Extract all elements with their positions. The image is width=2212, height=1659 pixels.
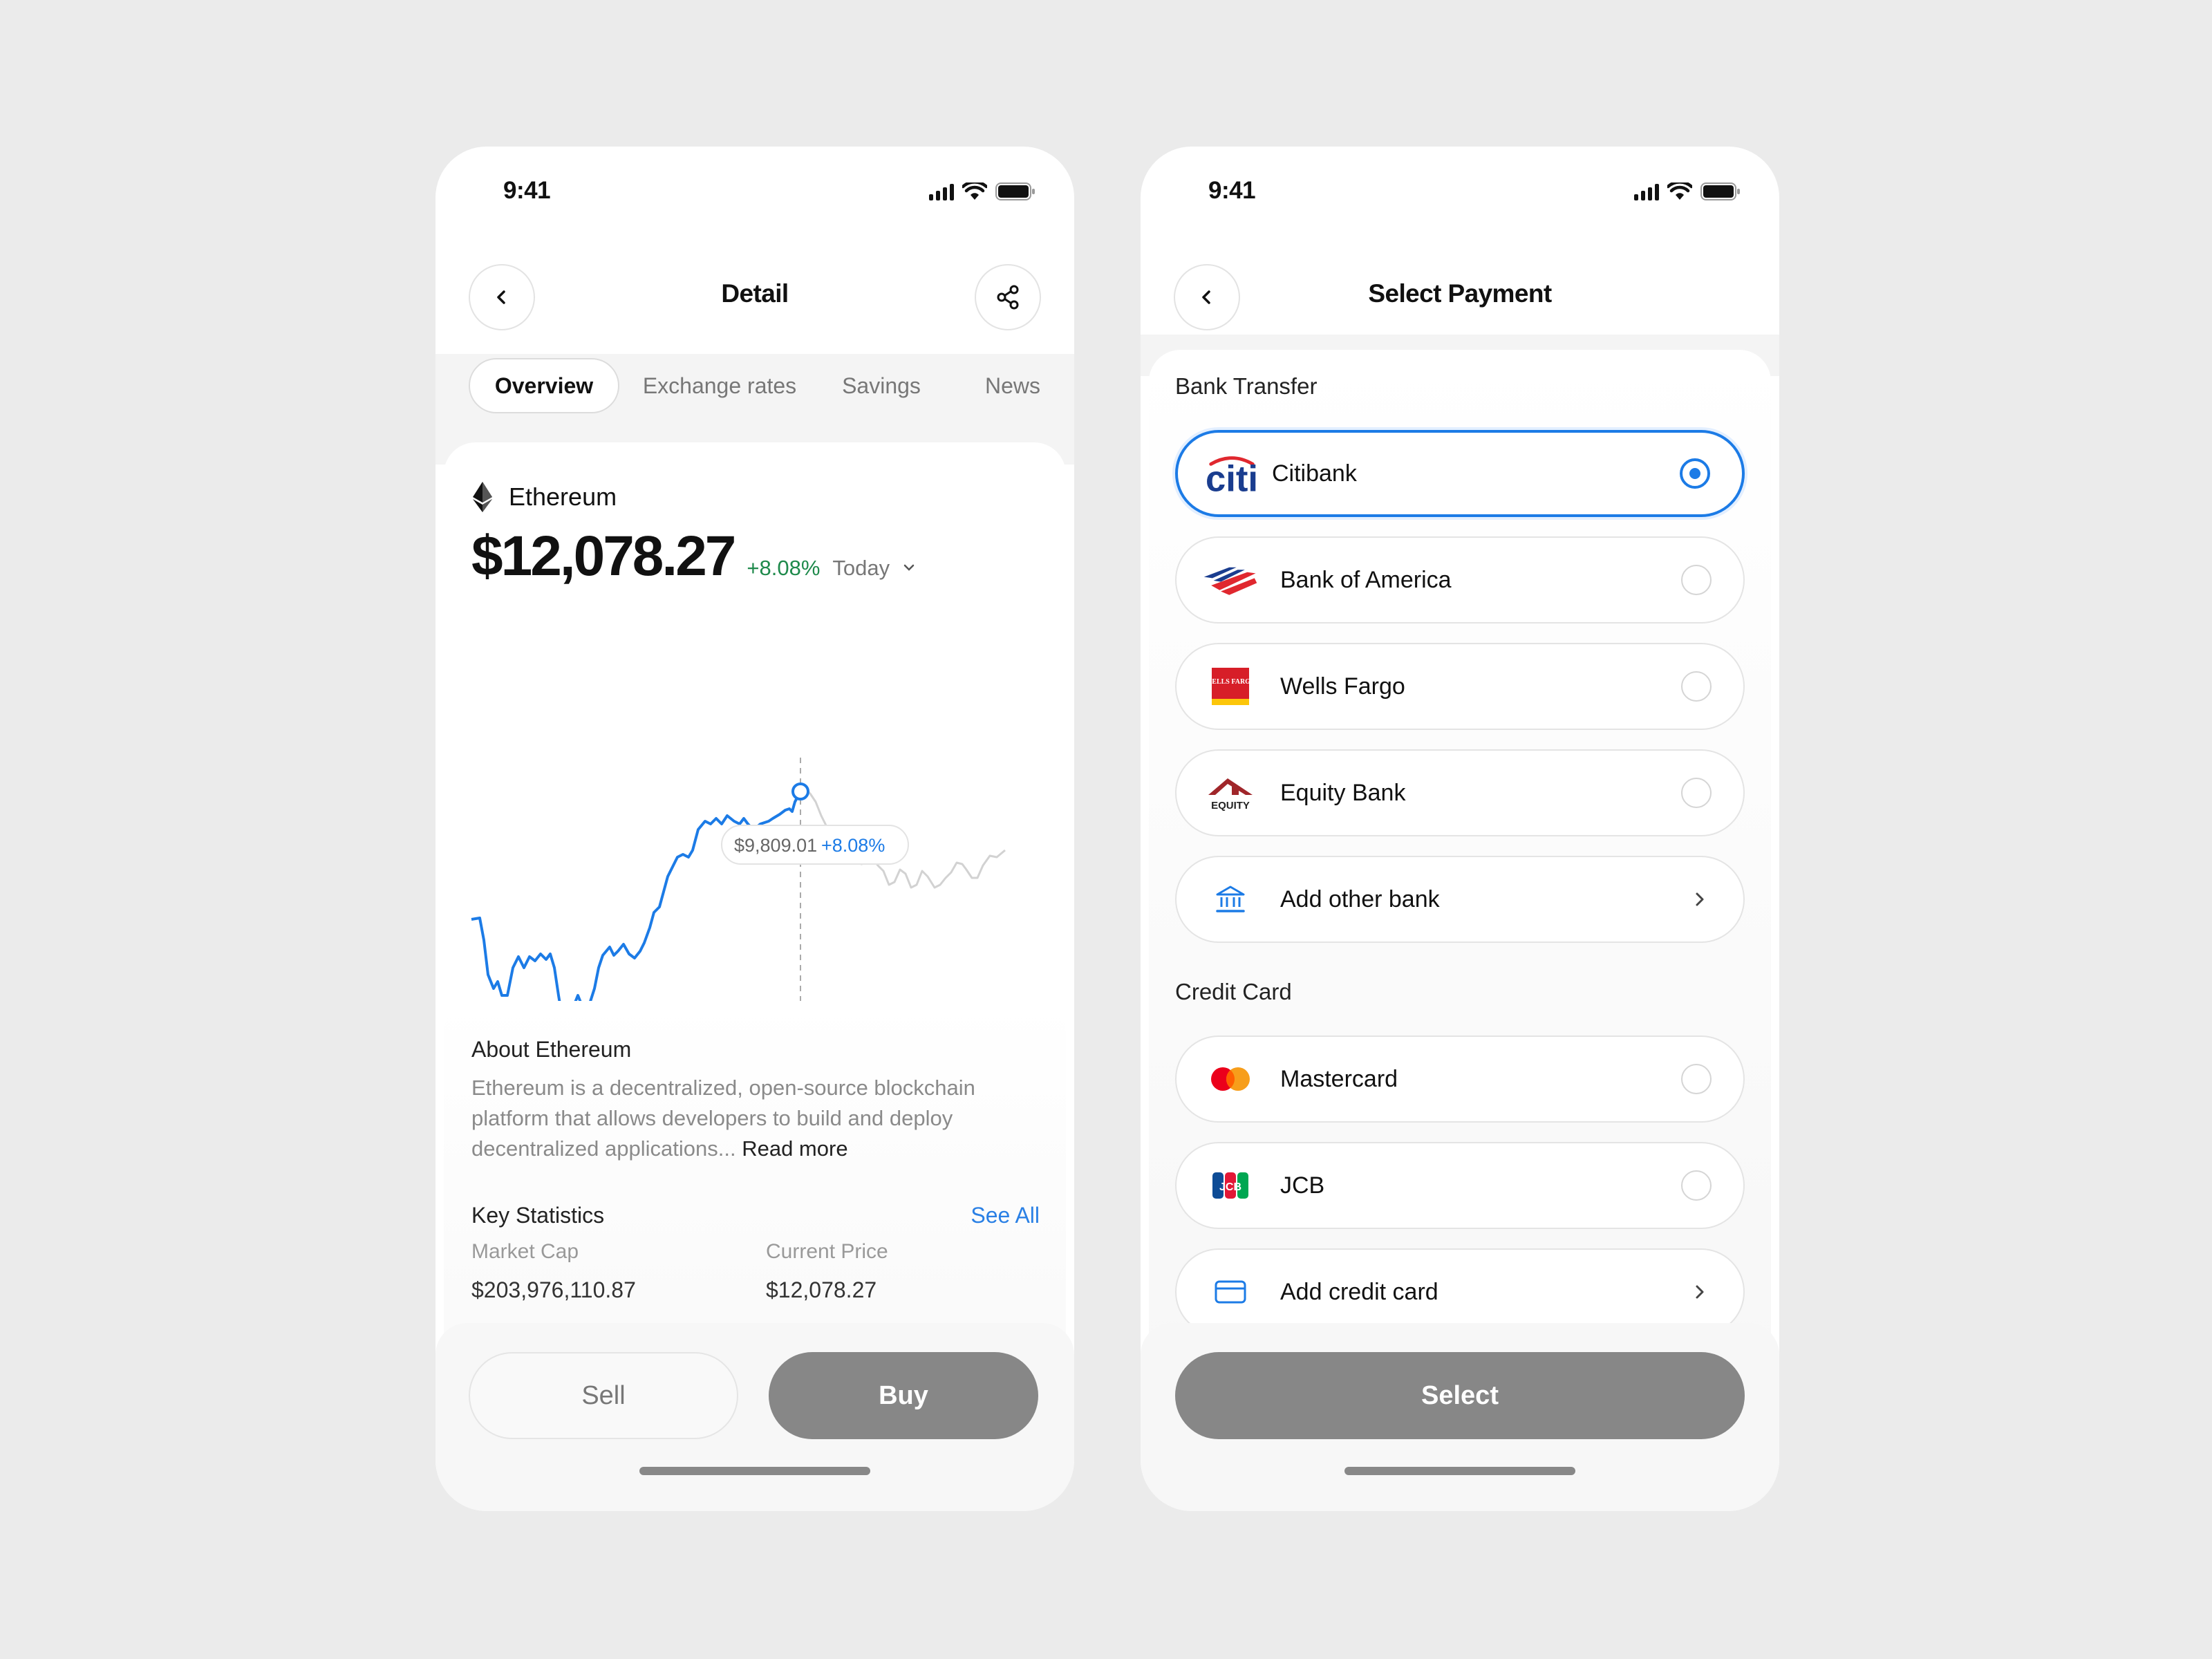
credit-card-icon — [1203, 1271, 1258, 1313]
about-text: Ethereum is a decentralized, open-source… — [471, 1073, 1011, 1164]
equity-bank-logo-icon: EQUITY — [1203, 772, 1258, 814]
wells-fargo-logo-icon: WELLS FARGO — [1203, 666, 1258, 707]
action-bar: Sell Buy — [435, 1323, 1074, 1511]
status-bar: 9:41 — [1141, 147, 1779, 236]
status-time: 9:41 — [1208, 177, 1256, 204]
bank-transfer-title: Bank Transfer — [1175, 373, 1318, 399]
tooltip-change: +8.08% — [821, 835, 885, 856]
battery-icon — [1700, 182, 1740, 200]
svg-text:JCB: JCB — [1219, 1181, 1241, 1193]
cellular-signal-icon — [929, 182, 954, 200]
bank-option-bank-of-america[interactable]: Bank of America — [1175, 536, 1745, 624]
tab-news[interactable]: News — [961, 358, 1065, 413]
svg-text:EQUITY: EQUITY — [1211, 800, 1250, 812]
chevron-right-icon — [1696, 892, 1704, 906]
bank-option-wells-fargo[interactable]: WELLS FARGO Wells Fargo — [1175, 643, 1745, 730]
bank-building-icon — [1203, 879, 1258, 920]
status-bar: 9:41 — [435, 147, 1074, 236]
chart-point[interactable] — [791, 782, 809, 800]
status-icons — [929, 182, 1035, 200]
radio-unselected[interactable] — [1681, 1170, 1712, 1201]
card-option-jcb[interactable]: JCB JCB — [1175, 1142, 1745, 1229]
chevron-right-icon — [1696, 1285, 1704, 1299]
mastercard-logo-icon — [1203, 1058, 1258, 1100]
card-name: JCB — [1280, 1172, 1325, 1199]
tooltip-price: $9,809.01 — [734, 835, 817, 856]
stat-label: Market Cap — [471, 1240, 579, 1263]
share-button[interactable] — [975, 264, 1041, 330]
home-indicator — [639, 1467, 870, 1475]
credit-card-title: Credit Card — [1175, 979, 1292, 1004]
radio-selected[interactable] — [1680, 458, 1710, 489]
jcb-logo-icon: JCB — [1203, 1165, 1258, 1206]
radio-unselected[interactable] — [1681, 1064, 1712, 1094]
select-payment-screen: 9:41 Select Payment Bank Transfer citi C… — [1141, 147, 1779, 1511]
select-button[interactable]: Select — [1175, 1352, 1745, 1439]
detail-screen: 9:41 Detail Overview Exchange rates Savi… — [435, 147, 1074, 1511]
radio-unselected[interactable] — [1681, 671, 1712, 702]
price-chart[interactable]: $9,809.01 +8.08% — [444, 442, 1066, 1065]
read-more-link[interactable]: Read more — [742, 1136, 847, 1161]
bank-name: Wells Fargo — [1280, 673, 1405, 700]
home-indicator — [1344, 1467, 1575, 1475]
page-title: Select Payment — [1368, 279, 1552, 308]
status-time: 9:41 — [503, 177, 551, 204]
radio-unselected[interactable] — [1681, 778, 1712, 808]
see-all-link[interactable]: See All — [971, 1203, 1040, 1228]
bank-of-america-logo-icon — [1203, 559, 1258, 601]
bank-name: Equity Bank — [1280, 779, 1406, 806]
action-bar: Select — [1141, 1323, 1779, 1511]
bank-name: Citibank — [1272, 460, 1357, 487]
stat-label: Current Price — [766, 1240, 888, 1263]
detail-header: Detail — [435, 257, 1074, 333]
buy-button[interactable]: Buy — [769, 1352, 1038, 1439]
tab-exchange-rates[interactable]: Exchange rates — [640, 358, 799, 413]
citi-logo-icon: citi — [1204, 453, 1259, 494]
card-name: Mastercard — [1280, 1065, 1398, 1092]
battery-icon — [995, 182, 1035, 200]
add-card-label: Add credit card — [1280, 1278, 1438, 1305]
stat-value: $203,976,110.87 — [471, 1277, 636, 1302]
about-title: About Ethereum — [471, 1037, 632, 1062]
payment-header: Select Payment — [1141, 257, 1779, 333]
tab-savings[interactable]: Savings — [823, 358, 940, 413]
stat-value: $12,078.27 — [766, 1277, 877, 1302]
key-statistics-title: Key Statistics — [471, 1203, 605, 1228]
share-icon — [997, 285, 1019, 310]
wifi-icon — [1667, 182, 1692, 200]
bank-option-citibank[interactable]: citi Citibank — [1175, 430, 1745, 517]
status-icons — [1634, 182, 1741, 200]
tab-overview[interactable]: Overview — [469, 358, 619, 413]
bank-option-equity-bank[interactable]: EQUITY Equity Bank — [1175, 749, 1745, 836]
add-other-bank-button[interactable]: Add other bank — [1175, 856, 1745, 943]
about-description: Ethereum is a decentralized, open-source… — [471, 1076, 975, 1161]
svg-text:citi: citi — [1206, 458, 1258, 494]
bank-name: Bank of America — [1280, 566, 1452, 593]
tab-bar: Overview Exchange rates Savings News — [435, 354, 1074, 416]
price-card: Ethereum $12,078.27 +8.08% Today $9,809.… — [444, 442, 1066, 1116]
cellular-signal-icon — [1634, 182, 1659, 200]
radio-unselected[interactable] — [1681, 565, 1712, 595]
card-option-mastercard[interactable]: Mastercard — [1175, 1035, 1745, 1123]
wifi-icon — [962, 182, 987, 200]
add-bank-label: Add other bank — [1280, 885, 1440, 912]
sell-button[interactable]: Sell — [469, 1352, 738, 1439]
svg-text:WELLS FARGO: WELLS FARGO — [1211, 678, 1250, 686]
